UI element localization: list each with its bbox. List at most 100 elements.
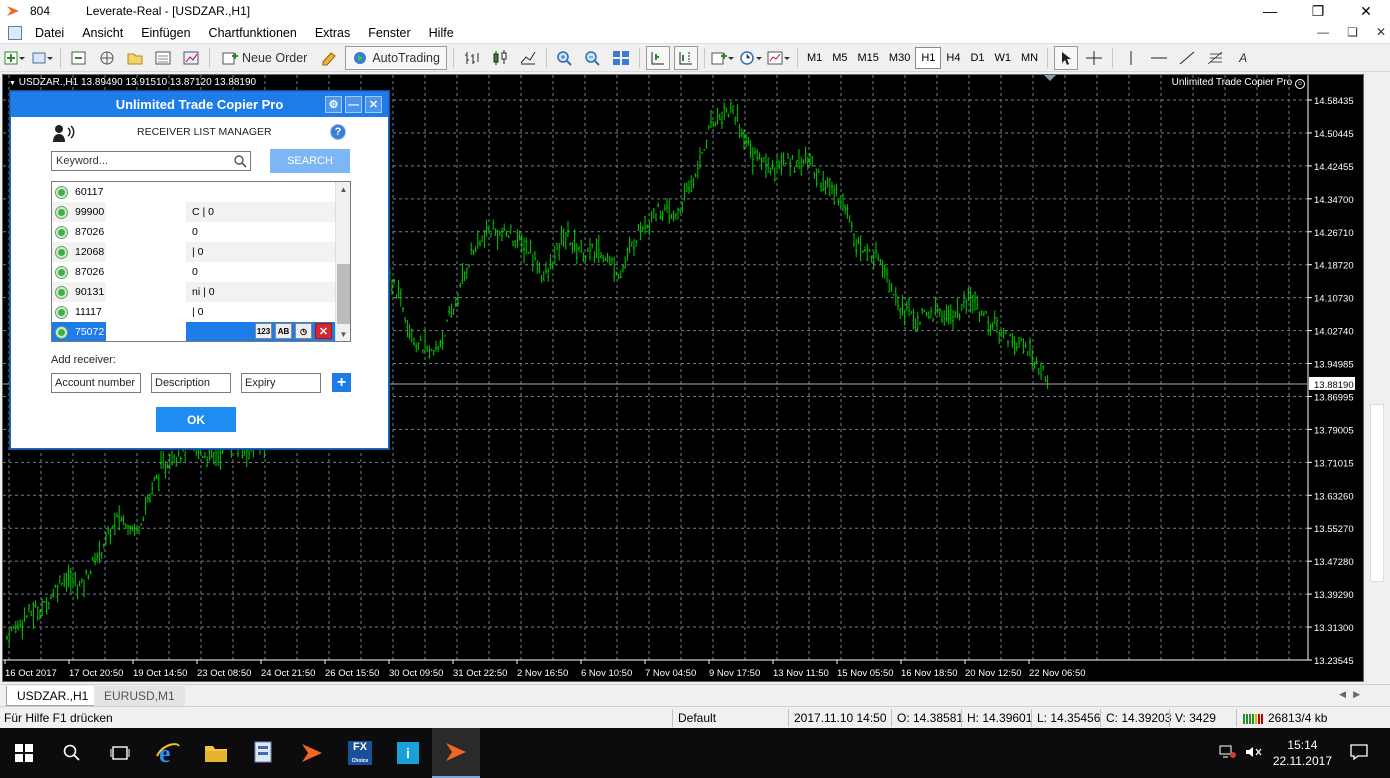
windows-start-icon[interactable] — [0, 728, 48, 778]
file-explorer-icon[interactable] — [192, 728, 240, 778]
templates-icon[interactable] — [767, 46, 791, 70]
new-order-button[interactable]: Neue Order — [216, 46, 313, 70]
bar-chart-icon[interactable] — [460, 46, 484, 70]
period-h4[interactable]: H4 — [941, 47, 965, 69]
document-icon[interactable] — [8, 25, 22, 40]
edit-expiry-clock-icon[interactable]: ◷ — [295, 323, 312, 339]
autotrading-button[interactable]: AutoTrading — [345, 45, 447, 70]
autotrading-icon — [354, 51, 367, 64]
search-button[interactable]: SEARCH — [270, 149, 350, 173]
menu-tools[interactable]: Extras — [306, 26, 359, 40]
delete-receiver-icon[interactable]: ✕ — [315, 323, 332, 339]
receiver-row[interactable]: 12068 | 0 — [52, 242, 336, 262]
cursor-icon[interactable] — [1054, 45, 1079, 70]
expiry-field[interactable]: Expiry — [241, 373, 321, 393]
maximize-button[interactable]: ❐ — [1294, 0, 1342, 22]
navigator-icon[interactable] — [123, 46, 147, 70]
receiver-row[interactable]: 87026 0 — [52, 262, 336, 282]
period-w1[interactable]: W1 — [990, 47, 1017, 69]
search-taskbar-icon[interactable] — [48, 728, 96, 778]
ok-button[interactable]: OK — [156, 407, 236, 432]
receiver-row[interactable]: 87026 0 — [52, 222, 336, 242]
receiver-list-scrollbar[interactable]: ▲ ▼ — [335, 182, 350, 341]
fx-choice-icon[interactable]: FX Choice — [336, 728, 384, 778]
scroll-thumb[interactable] — [337, 264, 350, 324]
help-icon[interactable]: ? — [330, 124, 346, 140]
scroll-up-icon[interactable]: ▲ — [336, 182, 350, 196]
info-app-icon[interactable]: i — [384, 728, 432, 778]
mt4-active-icon[interactable] — [432, 728, 480, 778]
receiver-row[interactable]: 99900 C | 0 — [52, 202, 336, 222]
receiver-row[interactable]: 90131 ni | 0 — [52, 282, 336, 302]
receiver-row-selected[interactable]: 75072 123 AB ◷ ✕ — [52, 322, 336, 341]
menu-help[interactable]: Hilfe — [420, 26, 463, 40]
menu-view[interactable]: Ansicht — [73, 26, 132, 40]
mt4-terminal-icon[interactable] — [288, 728, 336, 778]
keyword-search-input[interactable]: Keyword... — [51, 151, 251, 171]
chart-shift-icon[interactable] — [673, 45, 698, 70]
fibonacci-icon[interactable] — [1203, 46, 1227, 70]
zoom-out-icon[interactable] — [581, 46, 605, 70]
metaeditor-icon[interactable] — [317, 46, 341, 70]
tab-eurusd[interactable]: EURUSD,M1 — [94, 686, 185, 706]
zoom-in-icon[interactable] — [553, 46, 577, 70]
indicators-icon[interactable] — [711, 46, 735, 70]
receiver-row[interactable]: 60117 — [52, 182, 336, 202]
period-m15[interactable]: M15 — [853, 47, 884, 69]
dialog-close-button[interactable]: ✕ — [365, 96, 382, 113]
period-m30[interactable]: M30 — [884, 47, 915, 69]
data-window-icon[interactable] — [95, 46, 119, 70]
minimize-button[interactable]: — — [1246, 0, 1294, 22]
auto-scroll-icon[interactable] — [645, 45, 670, 70]
profiles-icon[interactable] — [30, 46, 54, 70]
menu-file[interactable]: Datei — [26, 26, 73, 40]
line-chart-icon[interactable] — [516, 46, 540, 70]
description-field[interactable]: Description — [151, 373, 231, 393]
tabs-scroll-left-icon[interactable]: ◀ — [1339, 689, 1346, 700]
vertical-line-icon[interactable] — [1119, 46, 1143, 70]
tile-windows-icon[interactable] — [609, 46, 633, 70]
strategy-tester-icon[interactable] — [179, 46, 203, 70]
new-chart-icon[interactable] — [2, 46, 26, 70]
menu-charts[interactable]: Chartfunktionen — [200, 26, 306, 40]
network-icon[interactable] — [1219, 745, 1237, 762]
periodicity-icon[interactable] — [739, 46, 763, 70]
period-h1[interactable]: H1 — [915, 46, 942, 69]
period-m5[interactable]: M5 — [827, 47, 852, 69]
edit-description-icon[interactable]: AB — [275, 323, 292, 339]
child-restore-button[interactable]: ❏ — [1347, 25, 1358, 39]
period-d1[interactable]: D1 — [965, 47, 989, 69]
account-number-field[interactable]: Account number — [51, 373, 141, 393]
horizontal-line-icon[interactable] — [1147, 46, 1171, 70]
period-m1[interactable]: M1 — [802, 47, 827, 69]
task-view-icon[interactable] — [96, 728, 144, 778]
child-minimize-button[interactable]: — — [1317, 25, 1329, 39]
settings-gear-icon[interactable]: ⚙ — [325, 96, 342, 113]
text-tool-icon[interactable]: A — [1231, 46, 1255, 70]
volume-muted-icon[interactable] — [1245, 745, 1263, 762]
internet-explorer-icon[interactable]: e — [144, 728, 192, 778]
close-button[interactable]: ✕ — [1342, 0, 1390, 22]
notifications-icon[interactable] — [1350, 743, 1368, 763]
edit-account-number-icon[interactable]: 123 — [255, 323, 272, 339]
taskbar-clock[interactable]: 15:14 22.11.2017 — [1273, 737, 1332, 769]
period-mn[interactable]: MN — [1016, 47, 1043, 69]
market-watch-icon[interactable] — [67, 46, 91, 70]
add-receiver-plus-icon[interactable]: + — [332, 373, 351, 392]
child-close-button[interactable]: ✕ — [1376, 25, 1386, 39]
dialog-minimize-button[interactable]: — — [345, 96, 362, 113]
side-scroll-thumb[interactable] — [1370, 404, 1384, 582]
trendline-icon[interactable] — [1175, 46, 1199, 70]
scroll-down-icon[interactable]: ▼ — [336, 327, 350, 341]
crosshair-icon[interactable] — [1082, 46, 1106, 70]
tabs-scroll-right-icon[interactable]: ▶ — [1353, 689, 1360, 700]
menu-insert[interactable]: Einfügen — [132, 26, 199, 40]
terminal-icon[interactable] — [151, 46, 175, 70]
status-open: O: 14.38581 — [897, 711, 964, 725]
menu-window[interactable]: Fenster — [359, 26, 419, 40]
receiver-list: 60117 99900 C | 0 87026 0 12068 | 0 87026 0 … — [51, 181, 351, 342]
tab-usdzar[interactable]: USDZAR.,H1 — [6, 686, 100, 706]
candlestick-icon[interactable] — [488, 46, 512, 70]
server-app-icon[interactable] — [240, 728, 288, 778]
receiver-row[interactable]: 11117 | 0 — [52, 302, 336, 322]
